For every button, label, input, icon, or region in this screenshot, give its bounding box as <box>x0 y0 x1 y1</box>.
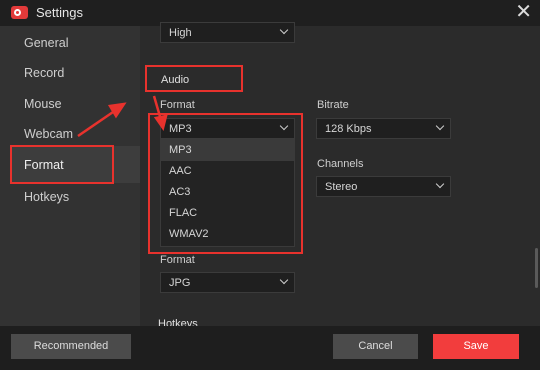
sidebar-item-webcam[interactable]: Webcam <box>24 127 73 141</box>
format-list-annotation-box <box>148 113 303 254</box>
video-quality-select[interactable]: High <box>160 22 295 43</box>
audio-format-label: Format <box>160 99 195 111</box>
content-scrollbar[interactable] <box>535 248 538 288</box>
close-icon[interactable]: ✕ <box>515 1 532 23</box>
channels-label: Channels <box>317 158 364 170</box>
screenshot-format-label: Format <box>160 254 195 266</box>
audio-annotation-box <box>145 65 243 92</box>
sidebar-item-hotkeys[interactable]: Hotkeys <box>24 190 69 204</box>
bitrate-select[interactable]: 128 Kbps <box>316 118 451 139</box>
bitrate-label: Bitrate <box>317 99 349 111</box>
settings-footer: Recommended Cancel Save <box>0 326 540 370</box>
chevron-down-icon <box>279 25 289 35</box>
channels-value: Stereo <box>325 181 358 193</box>
screenshot-format-value: JPG <box>169 277 191 289</box>
cancel-button[interactable]: Cancel <box>333 334 418 359</box>
sidebar-item-general[interactable]: General <box>24 36 68 50</box>
app-record-icon <box>11 6 28 19</box>
window-title: Settings <box>36 5 83 20</box>
screenshot-format-select[interactable]: JPG <box>160 272 295 293</box>
channels-select[interactable]: Stereo <box>316 176 451 197</box>
chevron-down-icon <box>279 275 289 285</box>
sidebar-item-mouse[interactable]: Mouse <box>24 97 62 111</box>
format-annotation-box <box>10 145 114 184</box>
sidebar-item-record[interactable]: Record <box>24 66 64 80</box>
bitrate-value: 128 Kbps <box>325 123 372 135</box>
chevron-down-icon <box>435 121 445 131</box>
video-quality-value: High <box>169 27 192 39</box>
recommended-button[interactable]: Recommended <box>11 334 131 359</box>
chevron-down-icon <box>435 179 445 189</box>
save-button[interactable]: Save <box>433 334 519 359</box>
